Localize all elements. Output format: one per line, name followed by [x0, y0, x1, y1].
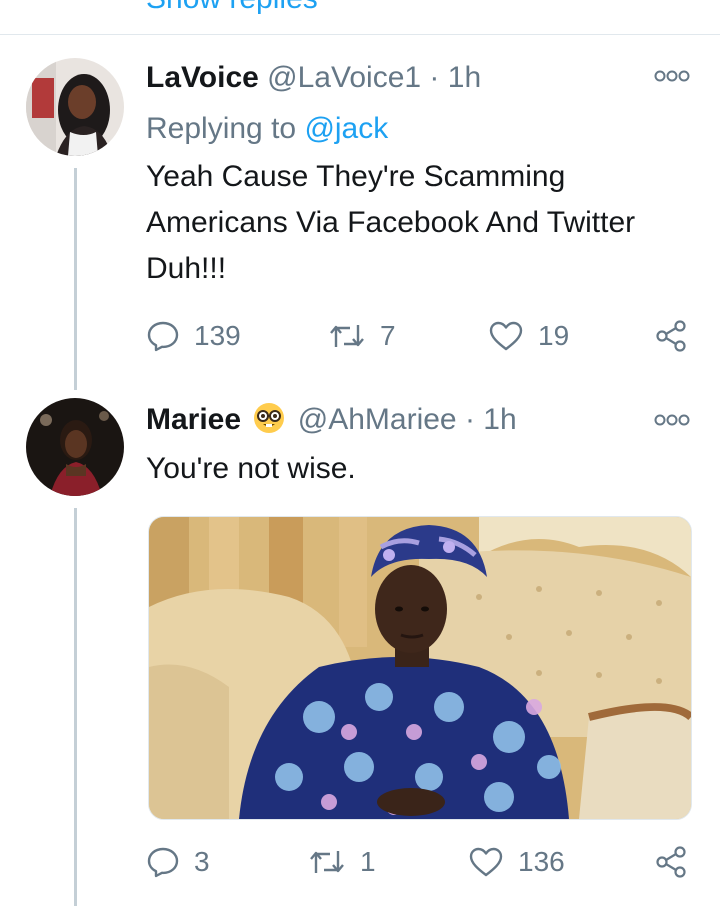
share-button[interactable] [654, 842, 688, 882]
retweet-button[interactable]: 1 [308, 842, 376, 882]
thread-line [74, 508, 77, 906]
timestamp[interactable]: 1h [483, 403, 516, 436]
share-icon [656, 846, 686, 878]
tweet-mariee[interactable]: Mariee @AhMariee · 1h You're not wise. 3… [0, 0, 720, 918]
tweet-photo[interactable] [148, 516, 692, 820]
reply-button[interactable]: 3 [146, 842, 210, 882]
retweet-count: 1 [360, 846, 376, 877]
nerd-face-emoji [254, 403, 285, 433]
tweet-actions: 3 1 136 [146, 842, 696, 882]
heart-icon [469, 847, 503, 877]
display-name[interactable]: Mariee [146, 403, 241, 436]
tweet-header: Mariee @AhMariee · 1h [146, 402, 517, 438]
separator-dot: · [464, 403, 475, 436]
retweet-icon [310, 851, 344, 873]
user-handle[interactable]: @AhMariee [298, 403, 457, 436]
reply-icon [147, 847, 179, 878]
more-options-icon[interactable] [652, 412, 692, 428]
reply-count: 3 [194, 846, 210, 877]
tweet-text: You're not wise. [146, 452, 356, 485]
like-count: 136 [518, 846, 565, 877]
avatar[interactable] [26, 398, 124, 496]
like-button[interactable]: 136 [468, 842, 565, 882]
